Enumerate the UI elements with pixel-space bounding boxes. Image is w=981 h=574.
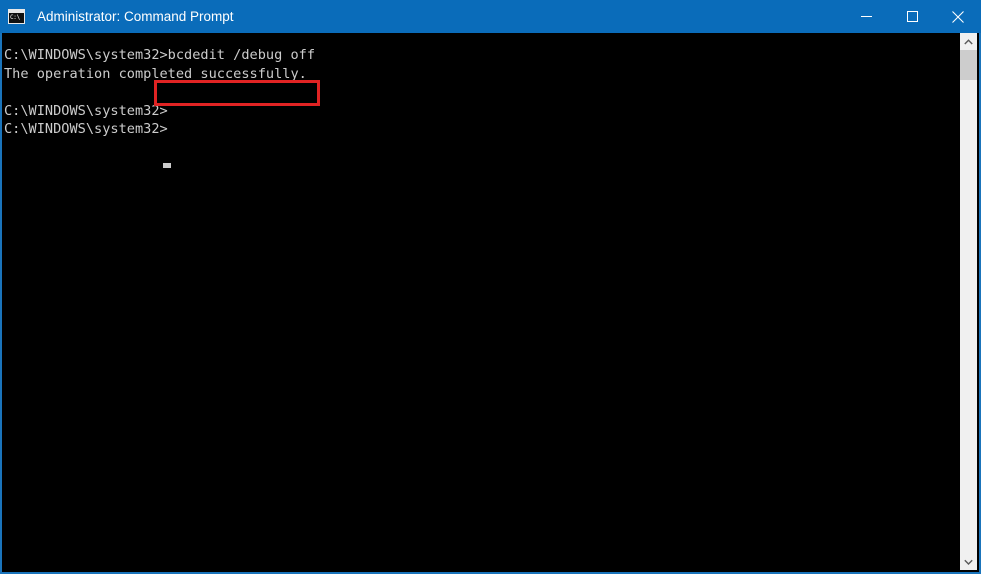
scrollbar-thumb[interactable]: [960, 50, 977, 80]
vertical-scrollbar[interactable]: [960, 33, 977, 570]
maximize-button[interactable]: [889, 0, 935, 33]
chevron-up-icon[interactable]: [960, 33, 977, 50]
window-controls: [843, 0, 981, 33]
terminal-output-area[interactable]: C:\WINDOWS\system32>bcdedit /debug off T…: [2, 33, 964, 572]
command-prompt-icon: C:\: [8, 9, 25, 24]
command-highlight-box: [154, 80, 320, 106]
command-prompt-window: C:\ Administrator: Command Prompt C:\WIN…: [0, 0, 981, 574]
icon-prompt-glyph: C:\: [10, 14, 20, 21]
minimize-button[interactable]: [843, 0, 889, 33]
window-title: Administrator: Command Prompt: [37, 9, 234, 24]
close-button[interactable]: [935, 0, 981, 33]
chevron-down-icon[interactable]: [960, 553, 977, 570]
title-bar[interactable]: C:\ Administrator: Command Prompt: [0, 0, 981, 33]
text-cursor: [163, 163, 171, 168]
